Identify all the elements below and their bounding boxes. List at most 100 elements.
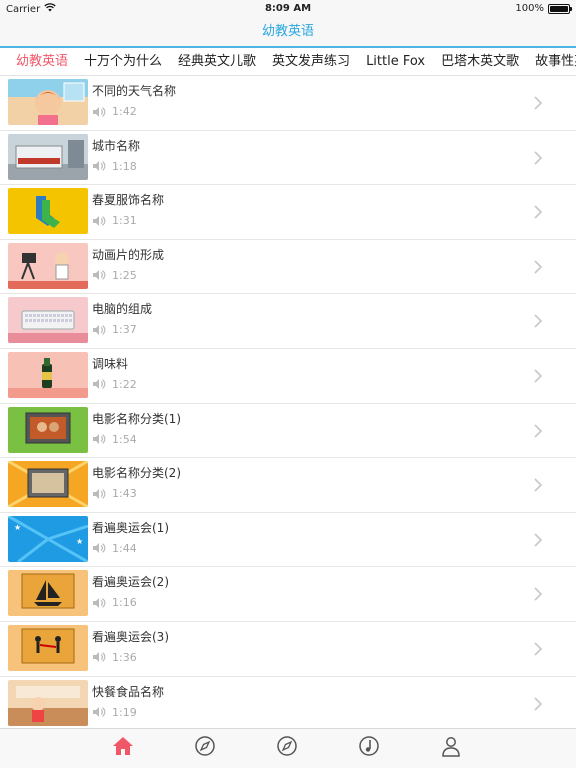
tab-category[interactable]: 巴塔木英文歌 [433, 48, 527, 75]
list-item[interactable]: 电脑的组成 1:37 [0, 294, 576, 349]
video-meta: 1:44 [92, 542, 137, 555]
list-item[interactable]: 快餐食品名称 1:19 [0, 677, 576, 728]
video-meta: 1:16 [92, 596, 137, 609]
video-duration: 1:19 [112, 705, 137, 719]
status-bar: Carrier 8:09 AM 100% [0, 0, 576, 18]
speaker-icon [92, 433, 106, 445]
tab-category[interactable]: 幼教英语 [8, 48, 76, 75]
video-duration: 1:25 [112, 268, 137, 282]
category-tab-strip[interactable]: 幼教英语 十万个为什么 经典英文儿歌 英文发声练习 Little Fox 巴塔木英文歌 故事… [0, 46, 576, 76]
video-meta: 1:37 [92, 323, 137, 336]
list-item[interactable]: 不同的天气名称 1:42 [0, 76, 576, 131]
speaker-icon [92, 160, 106, 172]
chevron-right-icon [534, 586, 543, 605]
battery-percent: 100% [515, 3, 544, 14]
list-item[interactable]: 电影名称分类(1) 1:54 [0, 404, 576, 459]
home-icon[interactable] [112, 735, 134, 757]
list-item[interactable]: ★ ★ 看遍奥运会(1) 1:44 [0, 513, 576, 568]
video-meta: 1:36 [92, 651, 137, 664]
speaker-icon [92, 378, 106, 390]
chevron-right-icon [534, 204, 543, 223]
video-title: 看遍奥运会(3) [92, 629, 169, 644]
video-meta: 1:31 [92, 214, 137, 227]
person-icon[interactable] [440, 735, 462, 757]
status-time: 8:09 AM [264, 3, 312, 14]
list-item[interactable]: 看遍奥运会(2) 1:16 [0, 567, 576, 622]
music-note-icon[interactable] [358, 735, 380, 757]
video-meta: 1:42 [92, 105, 137, 118]
video-duration: 1:18 [112, 159, 137, 173]
speaker-icon [92, 106, 106, 118]
chevron-right-icon [534, 368, 543, 387]
video-title: 城市名称 [92, 138, 141, 153]
video-thumbnail[interactable] [8, 188, 88, 235]
tab-category[interactable]: 经典英文儿歌 [170, 48, 264, 75]
video-thumbnail[interactable] [8, 461, 88, 508]
video-meta: 1:22 [92, 378, 137, 391]
video-duration: 1:37 [112, 323, 137, 337]
video-title: 电影名称分类(1) [92, 411, 181, 426]
chevron-right-icon [534, 532, 543, 551]
battery-info: 100% [515, 3, 572, 14]
video-title: 电脑的组成 [92, 302, 153, 317]
video-duration: 1:43 [112, 487, 137, 501]
video-title: 调味料 [92, 356, 129, 371]
compass-icon[interactable] [276, 735, 298, 757]
video-thumbnail[interactable] [8, 679, 88, 726]
chevron-right-icon [534, 313, 543, 332]
video-meta: 1:54 [92, 433, 137, 446]
video-thumbnail[interactable] [8, 351, 88, 398]
tab-category[interactable]: 十万个为什么 [76, 48, 170, 75]
compass-icon[interactable] [194, 735, 216, 757]
video-thumbnail[interactable] [8, 624, 88, 671]
video-thumbnail[interactable] [8, 406, 88, 453]
list-item[interactable]: 动画片的形成 1:25 [0, 240, 576, 295]
chevron-right-icon [534, 95, 543, 114]
video-title: 看遍奥运会(1) [92, 520, 169, 535]
speaker-icon [92, 324, 106, 336]
speaker-icon [92, 215, 106, 227]
chevron-right-icon [534, 641, 543, 660]
video-duration: 1:22 [112, 377, 137, 391]
speaker-icon [92, 269, 106, 281]
video-duration: 1:42 [112, 105, 137, 118]
chevron-right-icon [534, 477, 543, 496]
svg-text:★: ★ [76, 537, 83, 546]
speaker-icon [92, 597, 106, 609]
navigation-bar: 幼教英语 [0, 18, 576, 46]
svg-text:★: ★ [14, 523, 21, 532]
bottom-tab-bar [0, 728, 576, 768]
video-duration: 1:36 [112, 650, 137, 664]
battery-icon [548, 3, 572, 14]
video-title: 电影名称分类(2) [92, 466, 181, 481]
chevron-right-icon [534, 150, 543, 169]
list-item[interactable]: 城市名称 1:18 [0, 131, 576, 186]
tab-category[interactable]: 英文发声练习 [264, 48, 358, 75]
video-list[interactable]: 不同的天气名称 1:42 城市名称 1:18 春夏服饰名称 1:31 动画片的形成 1:25 电… [0, 76, 576, 728]
video-thumbnail[interactable] [8, 242, 88, 289]
video-duration: 1:31 [112, 214, 137, 228]
video-meta: 1:25 [92, 269, 137, 282]
chevron-right-icon [534, 696, 543, 715]
tab-category[interactable]: 故事性英文 [527, 48, 576, 75]
list-item[interactable]: 春夏服饰名称 1:31 [0, 185, 576, 240]
speaker-icon [92, 706, 106, 718]
list-item[interactable]: 电影名称分类(2) 1:43 [0, 458, 576, 513]
video-duration: 1:16 [112, 596, 137, 610]
speaker-icon [92, 488, 106, 500]
video-title: 不同的天气名称 [92, 84, 177, 98]
video-thumbnail[interactable] [8, 79, 88, 125]
video-meta: 1:19 [92, 706, 137, 719]
list-item[interactable]: 调味料 1:22 [0, 349, 576, 404]
speaker-icon [92, 651, 106, 663]
video-thumbnail[interactable] [8, 133, 88, 180]
video-meta: 1:18 [92, 160, 137, 173]
list-item[interactable]: 看遍奥运会(3) 1:36 [0, 622, 576, 677]
video-thumbnail[interactable]: ★ ★ [8, 515, 88, 562]
video-title: 快餐食品名称 [92, 684, 165, 699]
video-meta: 1:43 [92, 487, 137, 500]
tab-category[interactable]: Little Fox [358, 48, 433, 75]
video-thumbnail[interactable] [8, 570, 88, 617]
video-thumbnail[interactable] [8, 297, 88, 344]
video-title: 看遍奥运会(2) [92, 575, 169, 590]
